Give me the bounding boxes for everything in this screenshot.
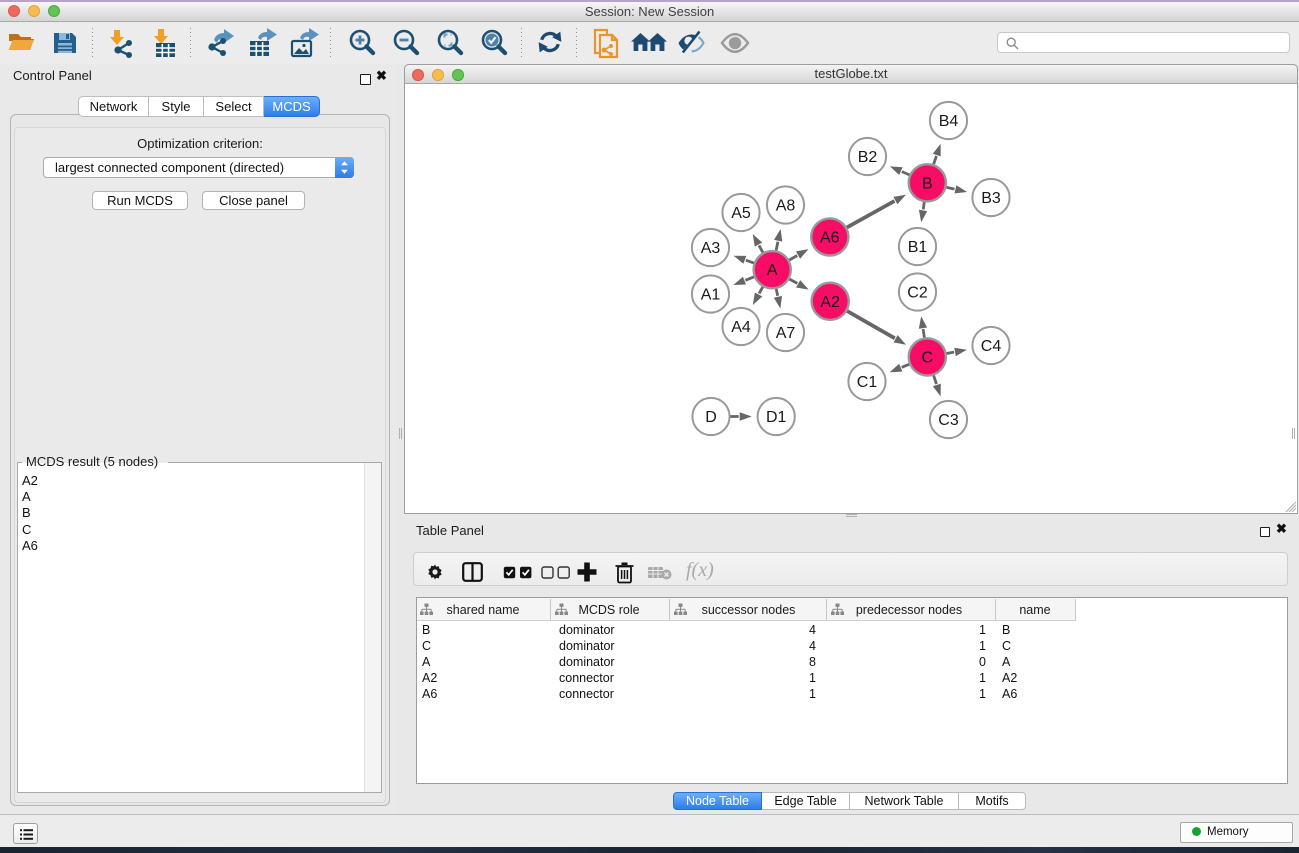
svg-text:A5: A5 [731, 205, 751, 222]
svg-text:C1: C1 [857, 374, 878, 391]
svg-text:C: C [922, 349, 934, 366]
svg-text:A7: A7 [776, 325, 796, 342]
svg-text:A: A [767, 262, 778, 279]
svg-text:B3: B3 [981, 190, 1001, 207]
svg-text:B2: B2 [858, 149, 878, 166]
svg-text:C3: C3 [938, 412, 959, 429]
svg-text:A6: A6 [820, 230, 840, 247]
svg-text:A8: A8 [776, 198, 796, 215]
svg-text:B4: B4 [939, 113, 959, 130]
svg-text:A1: A1 [701, 287, 721, 304]
svg-text:D: D [705, 409, 717, 426]
svg-text:A3: A3 [701, 240, 721, 257]
svg-text:C2: C2 [907, 285, 928, 302]
svg-text:D1: D1 [766, 409, 787, 426]
svg-text:A4: A4 [731, 319, 751, 336]
svg-text:B1: B1 [908, 239, 928, 256]
svg-text:C4: C4 [981, 338, 1002, 355]
svg-text:B: B [922, 175, 933, 192]
svg-text:A2: A2 [820, 294, 840, 311]
